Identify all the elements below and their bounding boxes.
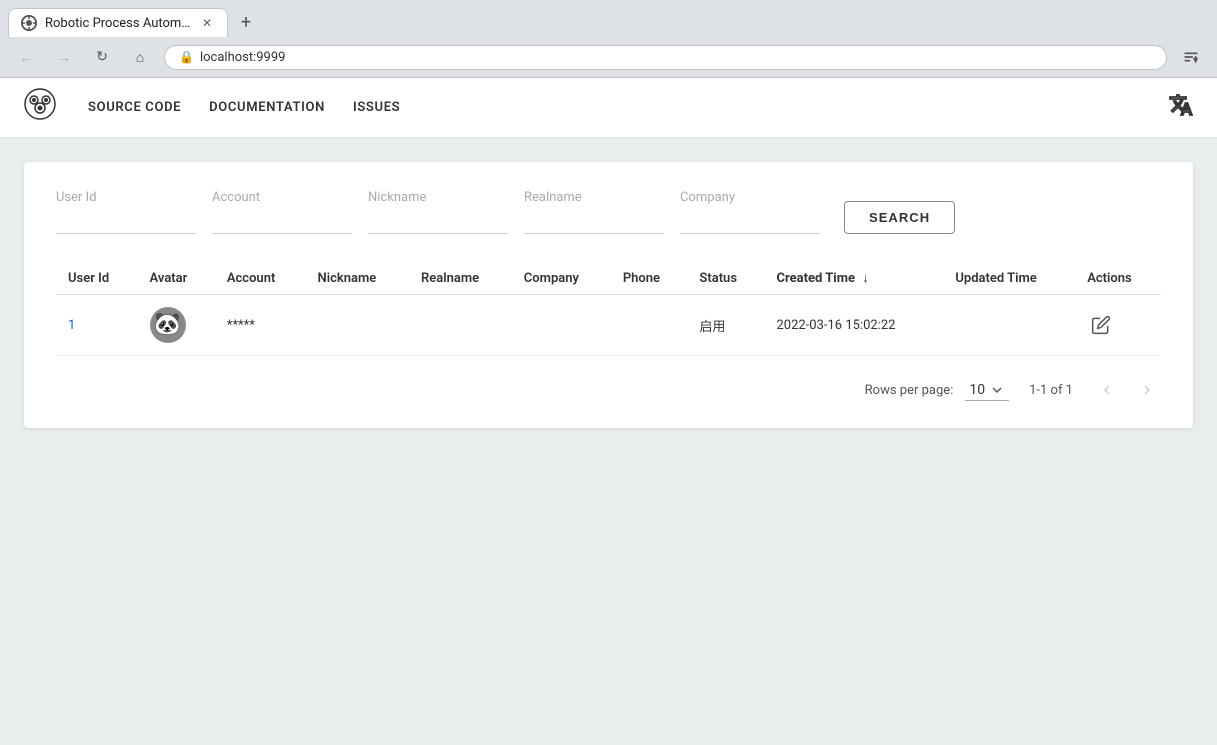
reload-btn[interactable]: ↻ xyxy=(88,43,116,71)
new-tab-btn[interactable]: + xyxy=(232,9,260,37)
cell-avatar: 🐼 xyxy=(138,295,215,356)
col-realname: Realname xyxy=(409,262,512,295)
rows-per-page-label: Rows per page: xyxy=(865,383,954,398)
lock-icon: 🔒 xyxy=(179,50,194,64)
nav-issues[interactable]: ISSUES xyxy=(353,100,400,115)
cell-status: 启用 xyxy=(687,295,764,356)
search-field-user-id: User Id xyxy=(56,190,196,234)
cell-nickname xyxy=(306,295,410,356)
chevron-right-icon xyxy=(1139,382,1155,398)
chevron-left-icon xyxy=(1099,382,1115,398)
forward-btn: → xyxy=(50,43,78,71)
table-body: 1 🐼 ***** xyxy=(56,295,1161,356)
cell-user-id: 1 xyxy=(56,295,138,356)
nav-source-code[interactable]: SOURCE CODE xyxy=(88,100,181,115)
col-actions: Actions xyxy=(1075,262,1161,295)
cell-company xyxy=(512,295,611,356)
header-translate-btn[interactable] xyxy=(1169,93,1193,123)
app-logo xyxy=(24,88,56,127)
table-head: User Id Avatar Account Nickname Realname xyxy=(56,262,1161,295)
url-text: localhost:9999 xyxy=(200,50,286,65)
col-nickname: Nickname xyxy=(306,262,410,295)
rows-per-page-value: 10 xyxy=(969,382,985,398)
search-field-nickname: Nickname xyxy=(368,190,508,234)
cell-created-time: 2022-03-16 15:02:22 xyxy=(764,295,943,356)
col-company: Company xyxy=(512,262,611,295)
rows-per-page-select[interactable]: 10 xyxy=(965,380,1009,401)
account-input[interactable] xyxy=(212,209,352,234)
col-avatar: Avatar xyxy=(138,262,215,295)
cell-phone xyxy=(611,295,688,356)
tab-bar: Robotic Process Automation T ✕ + xyxy=(0,0,1217,37)
home-btn[interactable]: ⌂ xyxy=(126,43,154,71)
chevron-down-icon xyxy=(989,382,1005,398)
back-btn: ← xyxy=(12,43,40,71)
col-status: Status xyxy=(687,262,764,295)
account-label: Account xyxy=(212,190,352,205)
nav-links: SOURCE CODE DOCUMENTATION ISSUES xyxy=(88,100,1137,115)
address-bar: ← → ↻ ⌂ 🔒 localhost:9999 xyxy=(0,37,1217,77)
table-row: 1 🐼 ***** xyxy=(56,295,1161,356)
tab-close-btn[interactable]: ✕ xyxy=(199,15,215,31)
col-phone: Phone xyxy=(611,262,688,295)
avatar-panda-icon: 🐼 xyxy=(154,314,181,336)
next-page-btn xyxy=(1133,376,1161,404)
col-account: Account xyxy=(215,262,306,295)
table-header-row: User Id Avatar Account Nickname Realname xyxy=(56,262,1161,295)
translate-btn[interactable] xyxy=(1177,43,1205,71)
search-button[interactable]: SEARCH xyxy=(844,201,955,234)
sort-arrow-down: ↓ xyxy=(862,270,869,286)
search-field-realname: Realname xyxy=(524,190,664,234)
cell-updated-time xyxy=(943,295,1075,356)
company-label: Company xyxy=(680,190,820,205)
active-tab[interactable]: Robotic Process Automation T ✕ xyxy=(8,8,228,37)
tab-favicon xyxy=(21,15,37,31)
avatar: 🐼 xyxy=(150,307,186,343)
user-id-input[interactable] xyxy=(56,209,196,234)
tab-title: Robotic Process Automation T xyxy=(45,16,191,31)
realname-label: Realname xyxy=(524,190,664,205)
search-field-company: Company xyxy=(680,190,820,234)
cell-actions xyxy=(1075,295,1161,356)
data-table: User Id Avatar Account Nickname Realname xyxy=(56,262,1161,356)
main-content: User Id Account Nickname Realname Compan… xyxy=(0,138,1217,452)
search-field-account: Account xyxy=(212,190,352,234)
company-input[interactable] xyxy=(680,209,820,234)
browser-chrome: Robotic Process Automation T ✕ + ← → ↻ ⌂… xyxy=(0,0,1217,78)
pagination-row: Rows per page: 10 1-1 of 1 xyxy=(56,376,1161,404)
prev-page-btn xyxy=(1093,376,1121,404)
col-created-time[interactable]: Created Time ↓ xyxy=(764,262,943,295)
nickname-label: Nickname xyxy=(368,190,508,205)
page-info: 1-1 of 1 xyxy=(1029,383,1073,398)
url-bar[interactable]: 🔒 localhost:9999 xyxy=(164,45,1167,70)
app-header: SOURCE CODE DOCUMENTATION ISSUES xyxy=(0,78,1217,138)
nav-documentation[interactable]: DOCUMENTATION xyxy=(209,100,325,115)
realname-input[interactable] xyxy=(524,209,664,234)
col-user-id: User Id xyxy=(56,262,138,295)
col-updated-time: Updated Time xyxy=(943,262,1075,295)
nickname-input[interactable] xyxy=(368,209,508,234)
cell-realname xyxy=(409,295,512,356)
user-id-link[interactable]: 1 xyxy=(68,318,75,333)
search-form: User Id Account Nickname Realname Compan… xyxy=(56,190,1161,234)
user-id-label: User Id xyxy=(56,190,196,205)
cell-account: ***** xyxy=(215,295,306,356)
action-edit-btn[interactable] xyxy=(1087,311,1115,339)
content-card: User Id Account Nickname Realname Compan… xyxy=(24,162,1193,428)
